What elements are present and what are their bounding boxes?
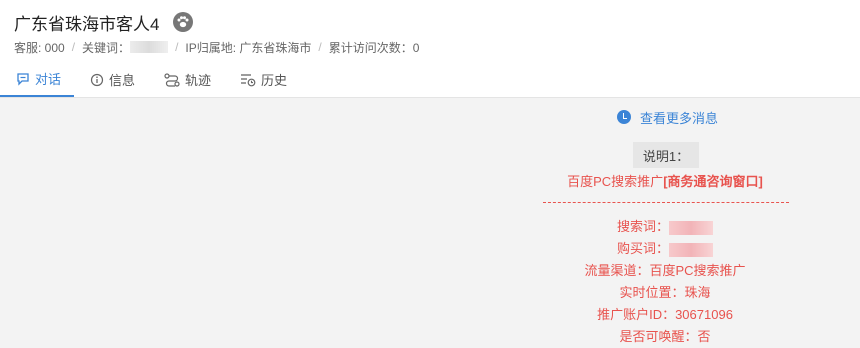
chat-icon [17, 72, 29, 86]
tab-chat[interactable]: 对话 [0, 62, 75, 97]
visitor-header: 广东省珠海市客人4 客服: 000 / 关键词： / IP归属地: 广东省珠海市… [0, 0, 860, 98]
purchase-word-line: 购买词： [540, 238, 790, 257]
tab-history-label: 历史 [261, 73, 288, 88]
meta-separator: / [71, 40, 76, 54]
meta-separator: / [175, 40, 179, 54]
ip-location: IP归属地: 广东省珠海市 [185, 40, 312, 55]
source-prefix: 百度PC搜索推广 [567, 174, 664, 189]
info-icon [90, 73, 104, 86]
purchase-word-redacted [669, 242, 713, 257]
source-window: [商务通咨询窗口] [663, 174, 763, 189]
keyword-redacted [130, 41, 169, 53]
note-label: 说明1： [642, 148, 690, 164]
tab-info-label: 信息 [109, 73, 136, 88]
note-label-chip: 说明1： [633, 142, 699, 168]
tab-bar: 对话 信息 轨迹 历史 [0, 62, 300, 98]
tab-history[interactable]: 历史 [224, 62, 300, 97]
source-line: 百度PC搜索推广[商务通咨询窗口] [540, 171, 790, 190]
purchase-word-label: 购买词： [616, 241, 669, 256]
chat-area: 查看更多消息 说明1： 百度PC搜索推广[商务通咨询窗口] 搜索词： 购买词： … [0, 98, 860, 348]
tab-chat-label: 对话 [35, 72, 62, 87]
tab-track[interactable]: 轨迹 [148, 62, 224, 97]
agent-label: 客服: 000 [14, 40, 65, 55]
clock-icon [617, 110, 631, 124]
tab-info[interactable]: 信息 [74, 62, 148, 97]
channel-line: 流量渠道：百度PC搜索推广 [584, 263, 746, 278]
dashed-divider [543, 202, 789, 203]
search-word-label: 搜索词： [616, 219, 669, 234]
location-line: 实时位置：珠海 [619, 285, 711, 300]
search-word-line: 搜索词： [540, 216, 790, 235]
search-word-redacted [669, 220, 713, 235]
view-more-label: 查看更多消息 [640, 110, 719, 126]
keyword-label: 关键词： [82, 40, 131, 55]
visitor-meta: 客服: 000 / 关键词： / IP归属地: 广东省珠海市 / 累计访问次数：… [14, 38, 419, 56]
meta-separator: / [318, 40, 322, 54]
view-more-messages-link[interactable]: 查看更多消息 [617, 109, 719, 126]
account-id-line: 推广账户ID：30671096 [597, 307, 733, 322]
baidu-paw-icon[interactable] [173, 12, 194, 32]
tab-track-label: 轨迹 [185, 73, 212, 88]
track-icon [164, 72, 180, 87]
visit-count: 累计访问次数：0 [328, 40, 420, 55]
awake-line: 是否可唤醒：否 [619, 329, 711, 344]
history-icon [241, 73, 256, 86]
visitor-title: 广东省珠海市客人4 [14, 14, 160, 34]
title-row: 广东省珠海市客人4 [14, 10, 194, 34]
